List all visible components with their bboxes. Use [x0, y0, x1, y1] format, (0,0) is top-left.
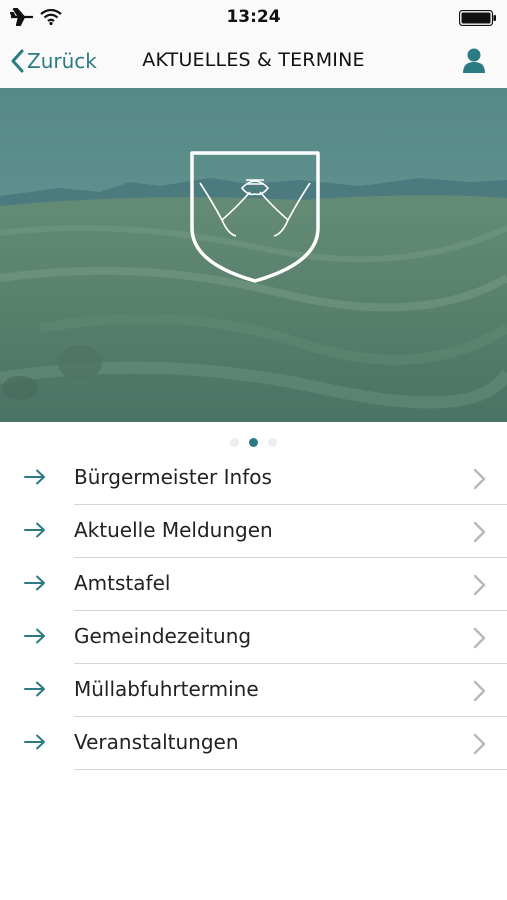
chevron-right-icon: [473, 468, 486, 490]
menu-list: Bürgermeister Infos Aktuelle Meldungen A…: [0, 452, 507, 770]
menu-item-label: Veranstaltungen: [74, 730, 239, 754]
menu-item-label: Aktuelle Meldungen: [74, 518, 273, 542]
chevron-right-icon: [473, 680, 486, 702]
chevron-right-icon: [473, 521, 486, 543]
arrow-right-icon: [24, 469, 45, 485]
arrow-right-icon: [24, 681, 45, 697]
menu-item-muellabfuhrtermine[interactable]: Müllabfuhrtermine: [0, 664, 507, 717]
divider: [74, 769, 507, 770]
arrow-right-icon: [24, 575, 45, 591]
battery-icon: [459, 10, 496, 26]
menu-item-veranstaltungen[interactable]: Veranstaltungen: [0, 717, 507, 770]
page-indicator[interactable]: [0, 438, 507, 447]
chevron-right-icon: [473, 574, 486, 596]
menu-item-gemeindezeitung[interactable]: Gemeindezeitung: [0, 611, 507, 664]
arrow-right-icon: [24, 628, 45, 644]
chevron-right-icon: [473, 627, 486, 649]
menu-item-label: Müllabfuhrtermine: [74, 677, 259, 701]
arrow-right-icon: [24, 522, 45, 538]
hero-image: [0, 88, 507, 422]
menu-item-label: Gemeindezeitung: [74, 624, 252, 648]
menu-item-amtstafel[interactable]: Amtstafel: [0, 558, 507, 611]
chevron-right-icon: [473, 733, 486, 755]
page-dot[interactable]: [268, 438, 277, 447]
hero-banner: [0, 88, 507, 422]
user-icon[interactable]: [459, 46, 489, 76]
navigation-bar: Zurück AKTUELLES & TERMINE: [0, 34, 507, 88]
status-bar: 13:24: [0, 0, 507, 34]
menu-item-aktuelle-meldungen[interactable]: Aktuelle Meldungen: [0, 505, 507, 558]
status-time: 13:24: [226, 7, 281, 27]
arrow-right-icon: [24, 734, 45, 750]
page-title: AKTUELLES & TERMINE: [142, 49, 365, 71]
page-dot-active[interactable]: [249, 438, 258, 447]
menu-item-label: Amtstafel: [74, 571, 171, 595]
menu-item-buergermeister-infos[interactable]: Bürgermeister Infos: [0, 452, 507, 505]
page-dot[interactable]: [230, 438, 239, 447]
menu-item-label: Bürgermeister Infos: [74, 465, 272, 489]
